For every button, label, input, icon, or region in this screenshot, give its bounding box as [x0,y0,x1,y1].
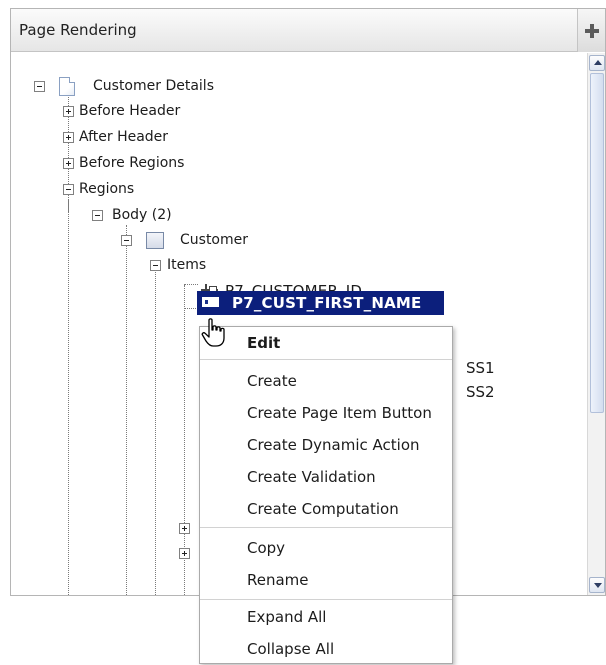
tree-node-p7-cust-first-name[interactable]: P7_CUST_FIRST_NAME [197,291,444,315]
tree-node-label: Before Regions [79,155,185,171]
scroll-down-button[interactable] [589,577,605,593]
menu-item-copy[interactable]: Copy [200,532,452,564]
expand-icon[interactable] [179,548,190,559]
expand-icon[interactable] [63,106,74,117]
add-button[interactable] [577,9,605,52]
tree-node-label: Body (2) [112,207,172,223]
menu-item-expand-all[interactable]: Expand All [200,601,452,633]
panel-header: Page Rendering [11,9,605,52]
scroll-up-button[interactable] [589,55,605,71]
menu-item-label: Expand All [247,608,327,626]
menu-item-create-computation[interactable]: Create Computation [200,493,452,525]
panel-title: Page Rendering [19,21,137,39]
menu-item-label: Create [247,372,297,390]
tree-scrollbar[interactable] [587,53,605,595]
tree-node-label: Customer [180,232,249,248]
menu-separator [200,527,452,528]
context-menu: Edit Create Create Page Item Button Crea… [199,326,453,664]
tree-node-before-header[interactable]: Before Header [11,100,251,124]
menu-separator [200,599,452,600]
tree-node-items[interactable]: Items [11,254,251,278]
hand-cursor-icon [201,318,225,347]
menu-item-label: Copy [247,539,286,557]
tree-node-customer-region[interactable]: Customer [11,229,271,253]
tree-node-label: Customer Details [93,78,214,94]
menu-item-create-page-item-button[interactable]: Create Page Item Button [200,397,452,429]
menu-item-label: Create Dynamic Action [247,436,420,454]
collapse-icon[interactable] [34,81,45,92]
tree-node-regions[interactable]: Regions [11,178,251,202]
tree-node-label: Regions [79,181,135,197]
menu-item-edit[interactable]: Edit [200,327,452,359]
arrow-up-icon [594,60,602,65]
menu-item-label: Edit [247,334,281,352]
menu-item-rename[interactable]: Rename [200,564,452,596]
expand-icon[interactable] [179,523,190,534]
obscured-item-label: SS1 [466,359,495,377]
menu-item-label: Create Validation [247,468,376,486]
menu-item-label: Create Page Item Button [247,404,432,422]
menu-item-create[interactable]: Create [200,365,452,397]
tree-connector [155,261,156,595]
region-icon [146,232,164,249]
menu-item-create-validation[interactable]: Create Validation [200,461,452,493]
expand-icon[interactable] [63,158,74,169]
scroll-thumb[interactable] [590,73,604,413]
collapse-icon[interactable] [150,260,161,271]
arrow-down-icon [594,583,602,588]
tree-node-body[interactable]: Body (2) [11,204,251,228]
collapse-icon[interactable] [121,235,132,246]
tree-node-after-header[interactable]: After Header [11,126,251,150]
obscured-item-label: SS2 [466,383,495,401]
tree-node-label: After Header [79,129,169,145]
collapse-icon[interactable] [63,184,74,195]
menu-item-label: Rename [247,571,309,589]
tree-node-customer-details[interactable]: Customer Details [11,75,251,99]
tree-connector [184,308,198,309]
text-field-icon [202,297,219,307]
tree-node-label: P7_CUST_FIRST_NAME [232,294,422,312]
expand-icon[interactable] [63,132,74,143]
page-icon [59,77,75,96]
collapse-icon[interactable] [92,210,103,221]
tree-node-label: Before Header [79,103,181,119]
tree-node-label: Items [167,257,207,273]
menu-item-label: Create Computation [247,500,399,518]
menu-item-label: Collapse All [247,640,335,658]
tree-node-before-regions[interactable]: Before Regions [11,152,251,176]
menu-separator [200,359,452,360]
menu-item-create-dynamic-action[interactable]: Create Dynamic Action [200,429,452,461]
menu-item-collapse-all[interactable]: Collapse All [200,633,452,665]
